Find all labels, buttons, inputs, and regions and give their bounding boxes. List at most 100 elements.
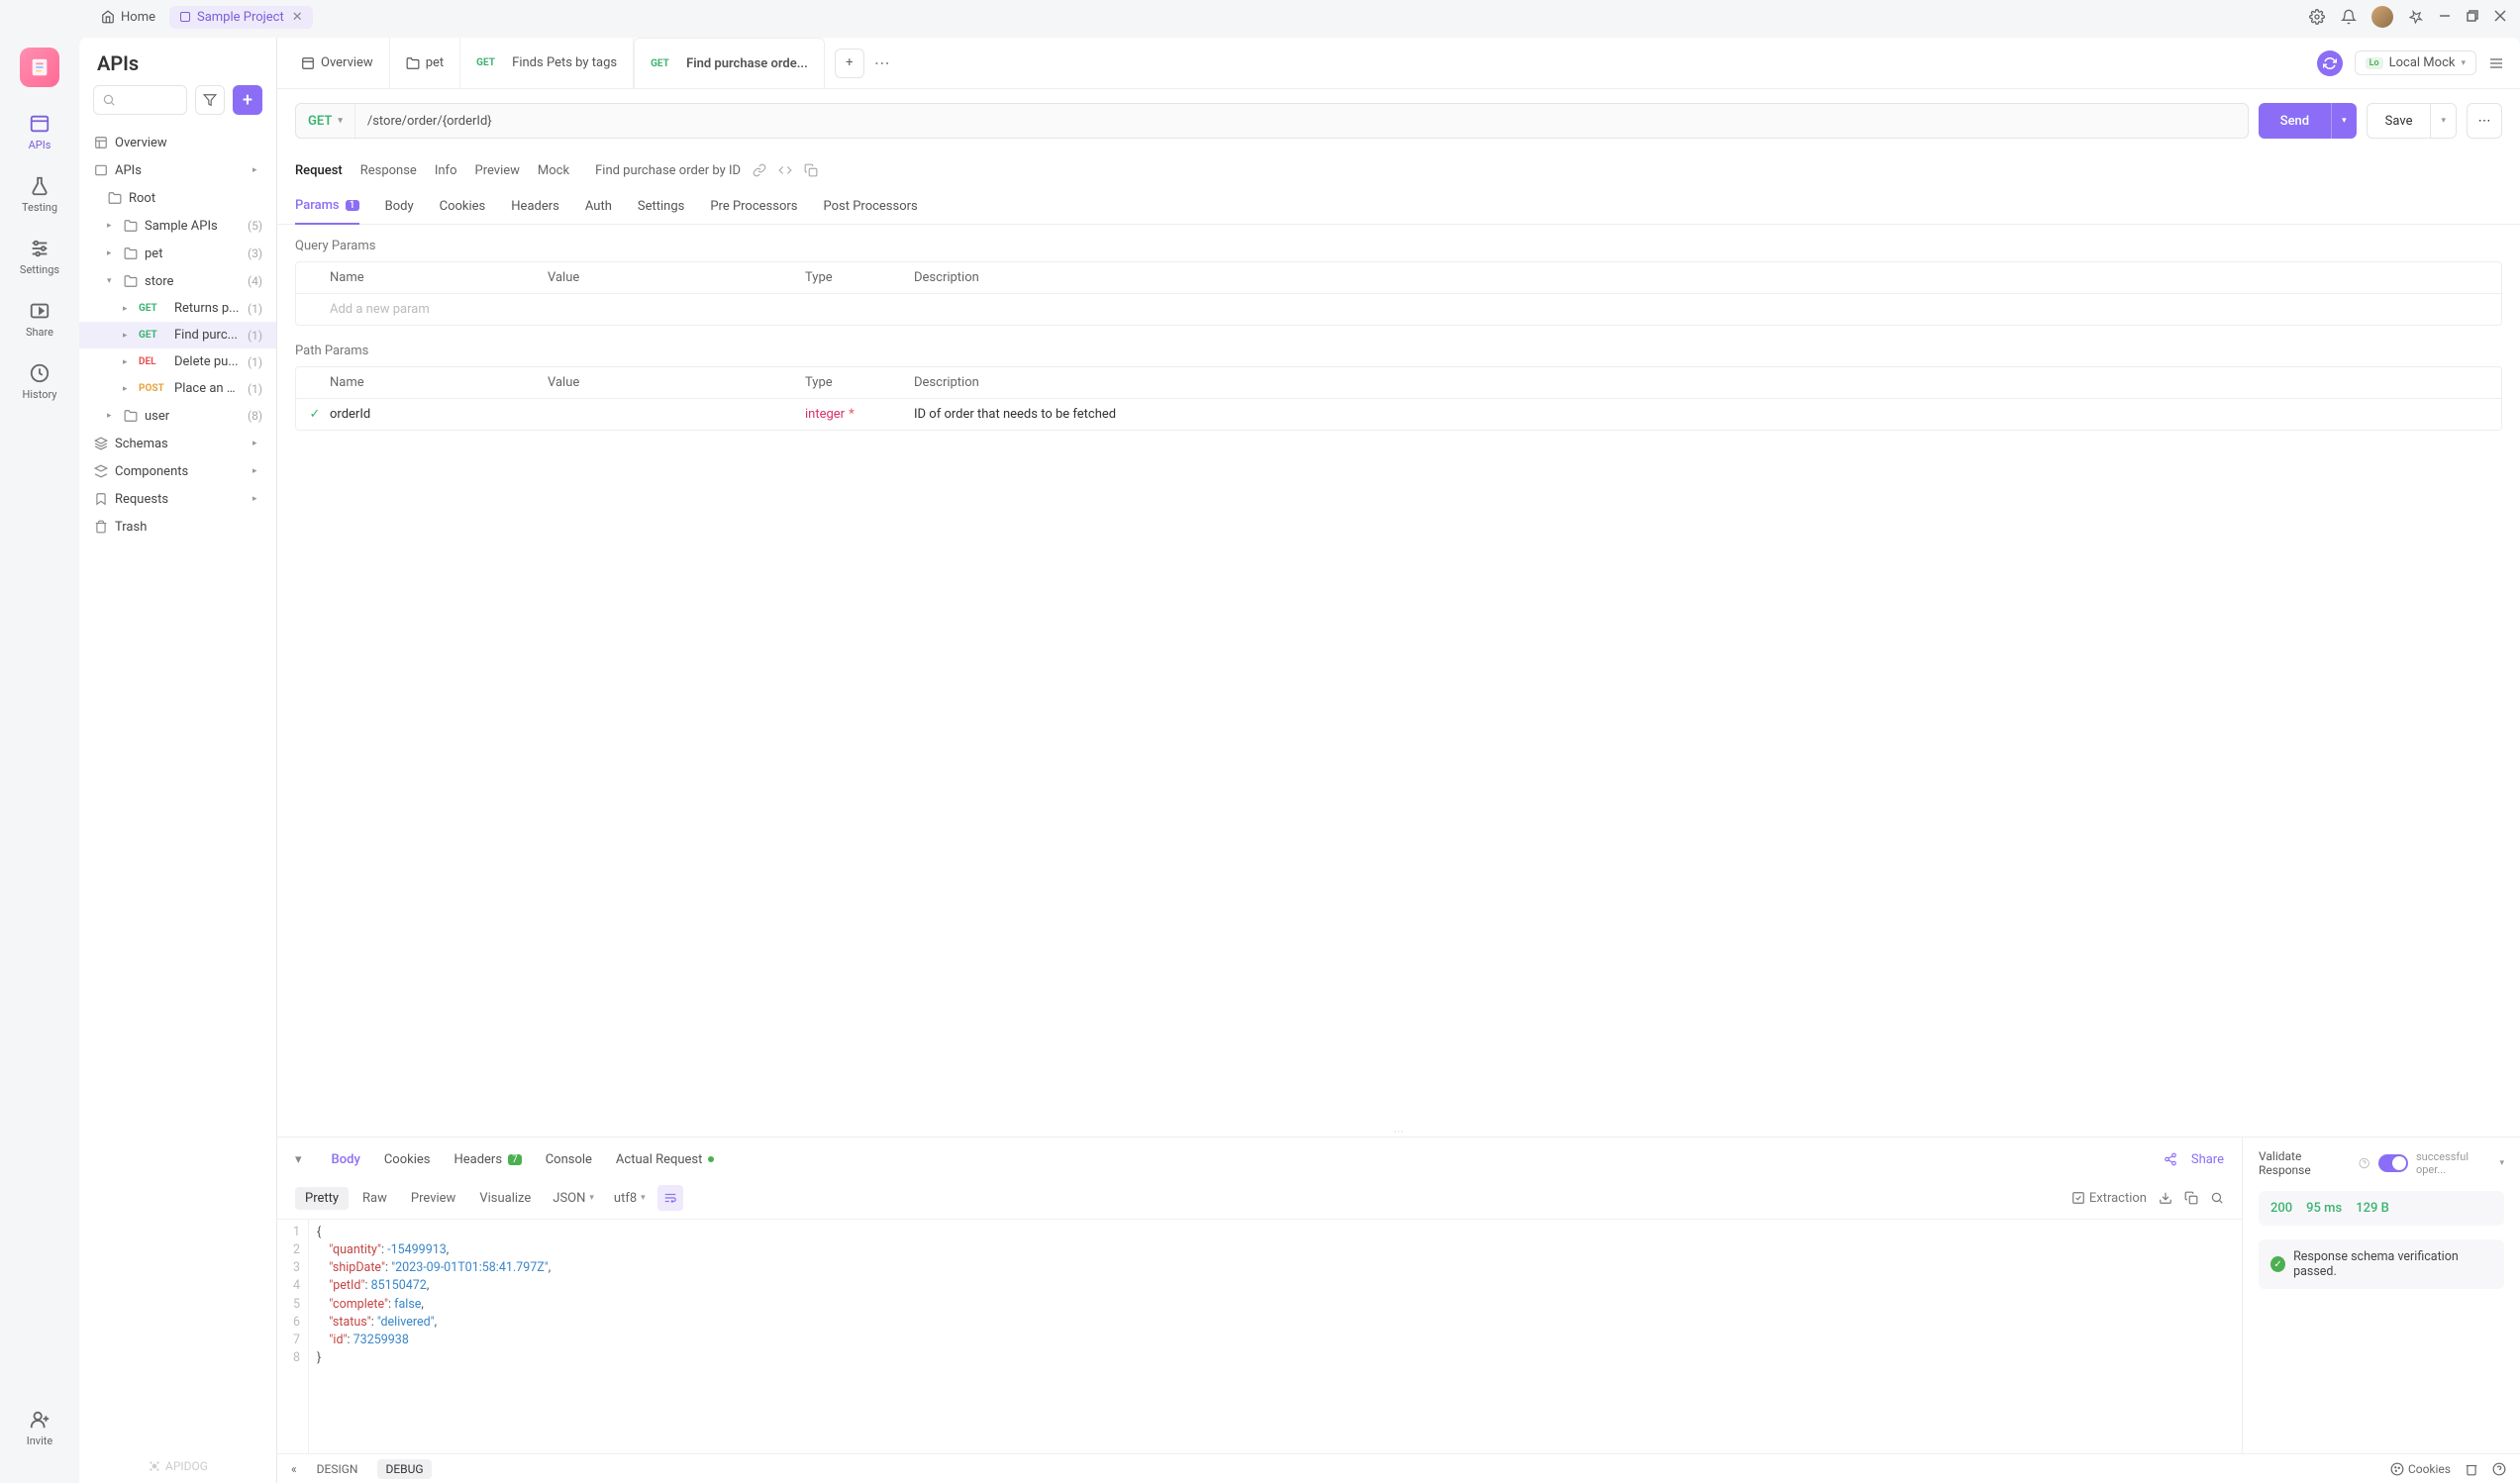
format-select[interactable]: JSON▾ [545,1187,602,1210]
bell-icon[interactable] [2340,8,2358,26]
reqtab-params[interactable]: Params 1 [295,188,359,225]
url-input[interactable] [355,114,2248,129]
collapse-icon[interactable]: ▾ [295,1152,302,1167]
gear-icon[interactable] [2308,8,2326,26]
reqtab-body[interactable]: Body [385,188,414,224]
extraction-button[interactable]: Extraction [2071,1191,2147,1206]
nav-testing[interactable]: Testing [10,167,69,222]
reqtab-headers[interactable]: Headers [511,188,559,224]
reqtab-auth[interactable]: Auth [585,188,612,224]
encoding-select[interactable]: utf8▾ [606,1187,654,1210]
subtab-info[interactable]: Info [435,163,457,178]
tree-root[interactable]: Root [79,184,276,212]
download-button[interactable] [2159,1191,2172,1205]
tree-trash[interactable]: Trash [79,513,276,541]
subtab-mock[interactable]: Mock [538,163,569,178]
share-button[interactable]: Share [2191,1152,2224,1167]
footer-trash[interactable] [2465,1462,2478,1476]
subtab-response[interactable]: Response [360,163,417,178]
tab-finds[interactable]: GET Finds Pets by tags [460,38,634,88]
nav-settings[interactable]: Settings [10,230,69,284]
help-icon[interactable] [2359,1157,2369,1169]
search-response-button[interactable] [2210,1191,2224,1205]
more-button[interactable]: ⋯ [2467,103,2502,139]
resp-tab-cookies[interactable]: Cookies [384,1152,431,1167]
reqtab-cookies[interactable]: Cookies [440,188,486,224]
response-body[interactable]: 12345678 { "quantity": -15499913, "shipD… [277,1220,2242,1453]
nav-invite[interactable]: Invite [10,1401,69,1455]
refresh-button[interactable] [2317,50,2343,76]
link-icon[interactable] [753,163,766,177]
method-select[interactable]: GET ▾ [296,104,355,138]
add-tab-button[interactable]: + [835,49,864,78]
tree-store-item-3[interactable]: ▸ POST Place an o... (1) [79,375,276,402]
add-param-row[interactable]: Add a new param [296,294,2501,325]
tree-sample-apis[interactable]: ▸ Sample APIs (5) [79,212,276,240]
path-param-row[interactable]: ✓ orderId integer* ID of order that need… [296,399,2501,430]
tree-store-item-0[interactable]: ▸ GET Returns p... (1) [79,295,276,322]
tree-overview[interactable]: Overview [79,129,276,156]
tree-requests[interactable]: Requests ▸ [79,485,276,513]
validate-schema-select[interactable]: successful oper... ▾ [2416,1150,2504,1176]
tree-store[interactable]: ▾ store (4) [79,267,276,295]
resp-tab-body[interactable]: Body [332,1152,360,1167]
tab-home[interactable]: Home [91,6,165,29]
tab-find-order[interactable]: GET Find purchase orde... [634,38,825,88]
view-visualize[interactable]: Visualize [469,1187,541,1210]
tab-overview[interactable]: Overview [285,38,390,88]
subtab-request[interactable]: Request [295,163,343,178]
hamburger-icon[interactable] [2488,55,2504,71]
reqtab-post[interactable]: Post Processors [824,188,918,224]
maximize-icon[interactable] [2467,10,2480,24]
reqtab-settings[interactable]: Settings [638,188,684,224]
resp-tab-actual[interactable]: Actual Request [616,1152,714,1167]
send-button[interactable]: Send ▾ [2259,103,2357,139]
view-raw[interactable]: Raw [353,1187,397,1210]
view-preview[interactable]: Preview [401,1187,465,1210]
env-label: Local Mock [2389,55,2456,70]
tree-schemas[interactable]: Schemas ▸ [79,430,276,457]
copy-icon[interactable] [804,163,818,177]
avatar[interactable] [2371,6,2393,28]
copy-button[interactable] [2184,1191,2198,1205]
col-value: Value [548,270,805,285]
save-button[interactable]: Save ▾ [2367,103,2457,139]
environment-select[interactable]: Lo Local Mock ▾ [2355,50,2476,75]
tree-store-item-1[interactable]: ▸ GET Find purc... (1) [79,322,276,348]
param-name[interactable]: orderId [330,407,548,422]
resp-tab-headers[interactable]: Headers 7 [454,1152,521,1167]
validate-toggle[interactable] [2378,1154,2408,1172]
more-tabs-icon[interactable]: ⋯ [874,53,890,72]
tree-user[interactable]: ▸ user (8) [79,402,276,430]
tab-project[interactable]: Sample Project ✕ [169,6,313,29]
tree-apis[interactable]: APIs ▸ [79,156,276,184]
tree-components[interactable]: Components ▸ [79,457,276,485]
minimize-icon[interactable] [2439,10,2453,24]
filter-button[interactable] [195,85,225,115]
footer-help[interactable] [2492,1462,2506,1476]
footer-cookies[interactable]: Cookies [2390,1462,2451,1476]
wrap-button[interactable] [657,1185,683,1211]
resp-tab-console[interactable]: Console [546,1152,592,1167]
nav-share[interactable]: Share [10,292,69,346]
tab-pet[interactable]: pet [390,38,460,88]
nav-history[interactable]: History [10,354,69,409]
chevron-down-icon[interactable]: ▾ [2430,104,2456,138]
footer-design[interactable]: DESIGN [309,1459,366,1479]
collapse-left-icon[interactable]: « [291,1462,297,1476]
close-icon[interactable]: ✕ [292,10,303,25]
splitter[interactable]: ⋯ [277,1127,2520,1137]
view-pretty[interactable]: Pretty [295,1187,349,1210]
close-window-icon[interactable] [2494,10,2508,24]
tree-pet[interactable]: ▸ pet (3) [79,240,276,267]
footer-debug[interactable]: DEBUG [377,1459,431,1479]
chevron-down-icon[interactable]: ▾ [2331,103,2357,139]
code-icon[interactable] [778,163,792,177]
nav-apis[interactable]: APIs [10,105,69,159]
subtab-preview[interactable]: Preview [475,163,520,178]
tree-store-item-2[interactable]: ▸ DEL Delete pu... (1) [79,348,276,375]
pin-icon[interactable] [2407,8,2425,26]
add-button[interactable]: + [233,85,262,115]
reqtab-pre[interactable]: Pre Processors [710,188,797,224]
search-input[interactable] [93,85,187,115]
